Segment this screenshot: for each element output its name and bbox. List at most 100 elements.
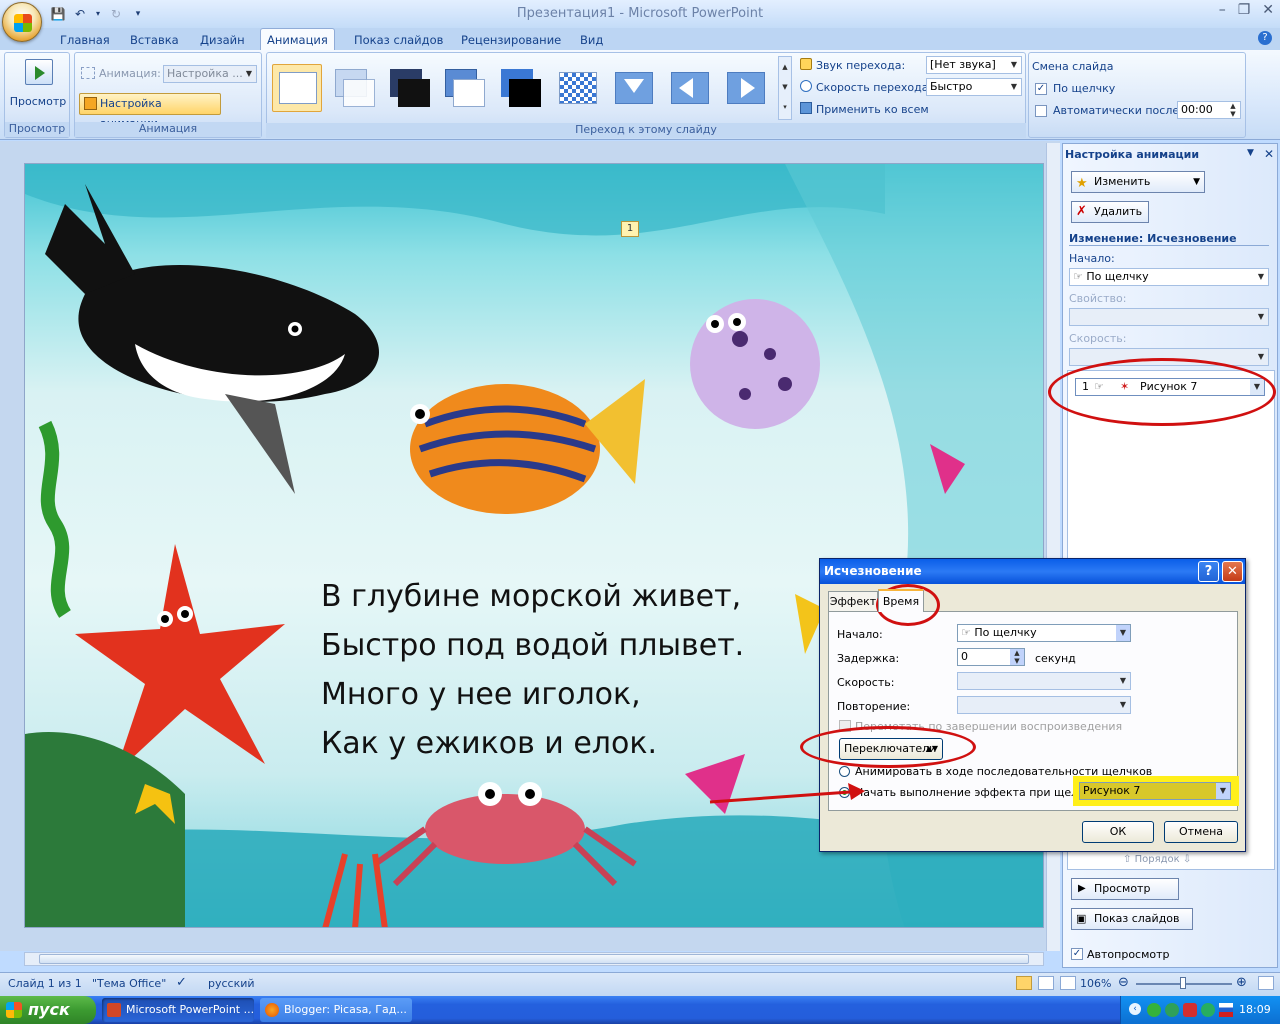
- transition-cut[interactable]: [440, 64, 490, 112]
- custom-animation-icon: [84, 97, 97, 110]
- tab-review[interactable]: Рецензирование: [455, 31, 567, 50]
- slideshow-button[interactable]: ▣ Показ слайдов: [1071, 908, 1193, 930]
- angelfish-image[interactable]: [410, 379, 645, 514]
- mouse-icon: ☞: [1073, 270, 1087, 283]
- slideshow-icon: ▣: [1076, 912, 1087, 925]
- office-button[interactable]: [2, 2, 42, 42]
- zoom-in-icon[interactable]: ⊕: [1236, 975, 1247, 990]
- dlg-start-select[interactable]: ☞ По щелчку ▼: [957, 624, 1131, 642]
- window-title: Презентация1 - Microsoft PowerPoint: [516, 6, 764, 21]
- maximize-icon[interactable]: ❐: [1238, 2, 1251, 18]
- pane-menu-icon[interactable]: ▼: [1247, 148, 1254, 158]
- orca-image[interactable]: [45, 184, 379, 494]
- tab-effect[interactable]: Эффект: [828, 591, 878, 611]
- tray-app-icon[interactable]: [1165, 1003, 1179, 1017]
- preview-button[interactable]: Просмотр: [9, 95, 67, 108]
- chevron-down-icon: ▼: [1193, 177, 1200, 187]
- tray-app-icon[interactable]: [1201, 1003, 1215, 1017]
- slideshow-label: Показ слайдов: [1094, 912, 1180, 925]
- chevron-down-icon: ▼: [1216, 783, 1230, 799]
- spin-icon[interactable]: ▲ ▼: [1010, 649, 1024, 665]
- cancel-button[interactable]: Отмена: [1164, 821, 1238, 843]
- animation-order-marker[interactable]: 1: [621, 221, 639, 237]
- change-effect-button[interactable]: ★ Изменить ▼: [1071, 171, 1205, 193]
- sound-select[interactable]: [Нет звука] ▼: [926, 56, 1022, 74]
- zoom-level[interactable]: 106%: [1080, 977, 1111, 990]
- taskbar-item-browser[interactable]: Blogger: Picasa, Гад...: [260, 998, 412, 1022]
- effect-heading: Изменение: Исчезновение: [1069, 232, 1269, 246]
- transition-cut-black[interactable]: [496, 64, 546, 112]
- transition-wipe-right[interactable]: [720, 64, 770, 112]
- normal-view-icon[interactable]: [1016, 976, 1032, 990]
- sound-select-value: [Нет звука]: [930, 58, 996, 71]
- fit-to-window-icon[interactable]: [1258, 976, 1274, 990]
- language-flag-icon[interactable]: [1219, 1003, 1233, 1017]
- custom-animation-button[interactable]: Настройка анимации: [79, 93, 221, 130]
- transition-fade-black[interactable]: [385, 64, 435, 112]
- apply-all-button[interactable]: Применить ко всем: [816, 103, 929, 116]
- tray-app-icon[interactable]: [1183, 1003, 1197, 1017]
- autopreview-checkbox[interactable]: ✓: [1071, 948, 1083, 960]
- windows-logo-icon: [6, 1002, 22, 1018]
- auto-after-input[interactable]: 00:00 ▲ ▼: [1177, 101, 1241, 119]
- scroll-thumb[interactable]: [39, 954, 1029, 964]
- play-button[interactable]: ▶ Просмотр: [1071, 878, 1179, 900]
- poem-textbox[interactable]: В глубине морской живет, Быстро под водо…: [321, 572, 744, 768]
- spin-icon[interactable]: ▲ ▼: [1226, 102, 1240, 118]
- start-select[interactable]: ☞ По щелчку ▼: [1069, 268, 1269, 286]
- delete-effect-button[interactable]: ✗ Удалить: [1071, 201, 1149, 223]
- transition-wipe-left[interactable]: [664, 64, 714, 112]
- up-arrow-icon[interactable]: ⇧: [1123, 854, 1131, 865]
- slideshow-view-icon[interactable]: [1060, 976, 1076, 990]
- theme-name[interactable]: "Тема Office": [92, 977, 166, 990]
- transition-gallery-scroll[interactable]: ▲ ▼ ▾: [778, 56, 792, 120]
- office-logo-icon: [14, 14, 32, 32]
- tab-slideshow[interactable]: Показ слайдов: [348, 31, 449, 50]
- close-icon[interactable]: ✕: [1262, 2, 1274, 18]
- trigger-object-select[interactable]: Рисунок 7 ▼: [1079, 782, 1231, 800]
- transition-none[interactable]: [272, 64, 322, 112]
- language-label[interactable]: русский: [208, 977, 255, 990]
- help-icon[interactable]: ?: [1258, 31, 1272, 45]
- auto-after-label: Автоматически после:: [1053, 104, 1183, 117]
- annotation-oval-list: [1048, 358, 1276, 426]
- ribbon-tabs: [0, 28, 1280, 50]
- preview-icon: [25, 59, 53, 85]
- start-button[interactable]: пуск: [0, 996, 96, 1024]
- transition-fade-smooth[interactable]: [330, 64, 380, 112]
- speed-select[interactable]: Быстро ▼: [926, 78, 1022, 96]
- sound-label: Звук перехода:: [816, 59, 906, 72]
- dlg-delay-input[interactable]: 0 ▲ ▼: [957, 648, 1025, 666]
- transition-wipe-down[interactable]: [608, 64, 658, 112]
- dialog-help-icon[interactable]: ?: [1198, 561, 1219, 582]
- radio-sequence[interactable]: [839, 766, 850, 777]
- zoom-slider-thumb[interactable]: [1180, 977, 1186, 989]
- tab-view[interactable]: Вид: [574, 31, 609, 50]
- ok-button[interactable]: ОК: [1082, 821, 1154, 843]
- pane-close-icon[interactable]: ✕: [1264, 147, 1274, 161]
- starfish-image[interactable]: [75, 544, 285, 774]
- autopreview-label: Автопросмотр: [1087, 948, 1170, 961]
- tab-animations[interactable]: Анимация: [260, 28, 335, 51]
- tray-expand-icon[interactable]: ‹: [1129, 1003, 1141, 1015]
- auto-after-checkbox[interactable]: [1035, 105, 1047, 117]
- dialog-close-icon[interactable]: ✕: [1222, 561, 1243, 582]
- down-arrow-icon[interactable]: ⇩: [1183, 854, 1191, 865]
- tab-home[interactable]: Главная: [54, 31, 116, 50]
- sorter-view-icon[interactable]: [1038, 976, 1054, 990]
- on-click-checkbox[interactable]: ✓: [1035, 83, 1047, 95]
- taskbar-item-powerpoint[interactable]: Microsoft PowerPoint ...: [102, 998, 254, 1022]
- tab-design[interactable]: Дизайн: [194, 31, 251, 50]
- minimize-icon[interactable]: –: [1219, 2, 1226, 18]
- tray-app-icon[interactable]: [1147, 1003, 1161, 1017]
- pufferfish-image[interactable]: [690, 299, 820, 429]
- poem-line: Как у ежиков и елок.: [321, 726, 657, 761]
- group-animation: Анимация: Настройка ... ▼ Настройка анима…: [74, 52, 262, 138]
- order-label: Порядок: [1134, 854, 1180, 865]
- transition-dissolve[interactable]: [552, 64, 602, 112]
- tab-insert[interactable]: Вставка: [124, 31, 185, 50]
- spellcheck-icon[interactable]: ✓: [176, 975, 187, 990]
- tab-timing[interactable]: Время: [878, 589, 924, 612]
- zoom-out-icon[interactable]: ⊖: [1118, 975, 1129, 990]
- horizontal-scrollbar[interactable]: [24, 952, 1044, 966]
